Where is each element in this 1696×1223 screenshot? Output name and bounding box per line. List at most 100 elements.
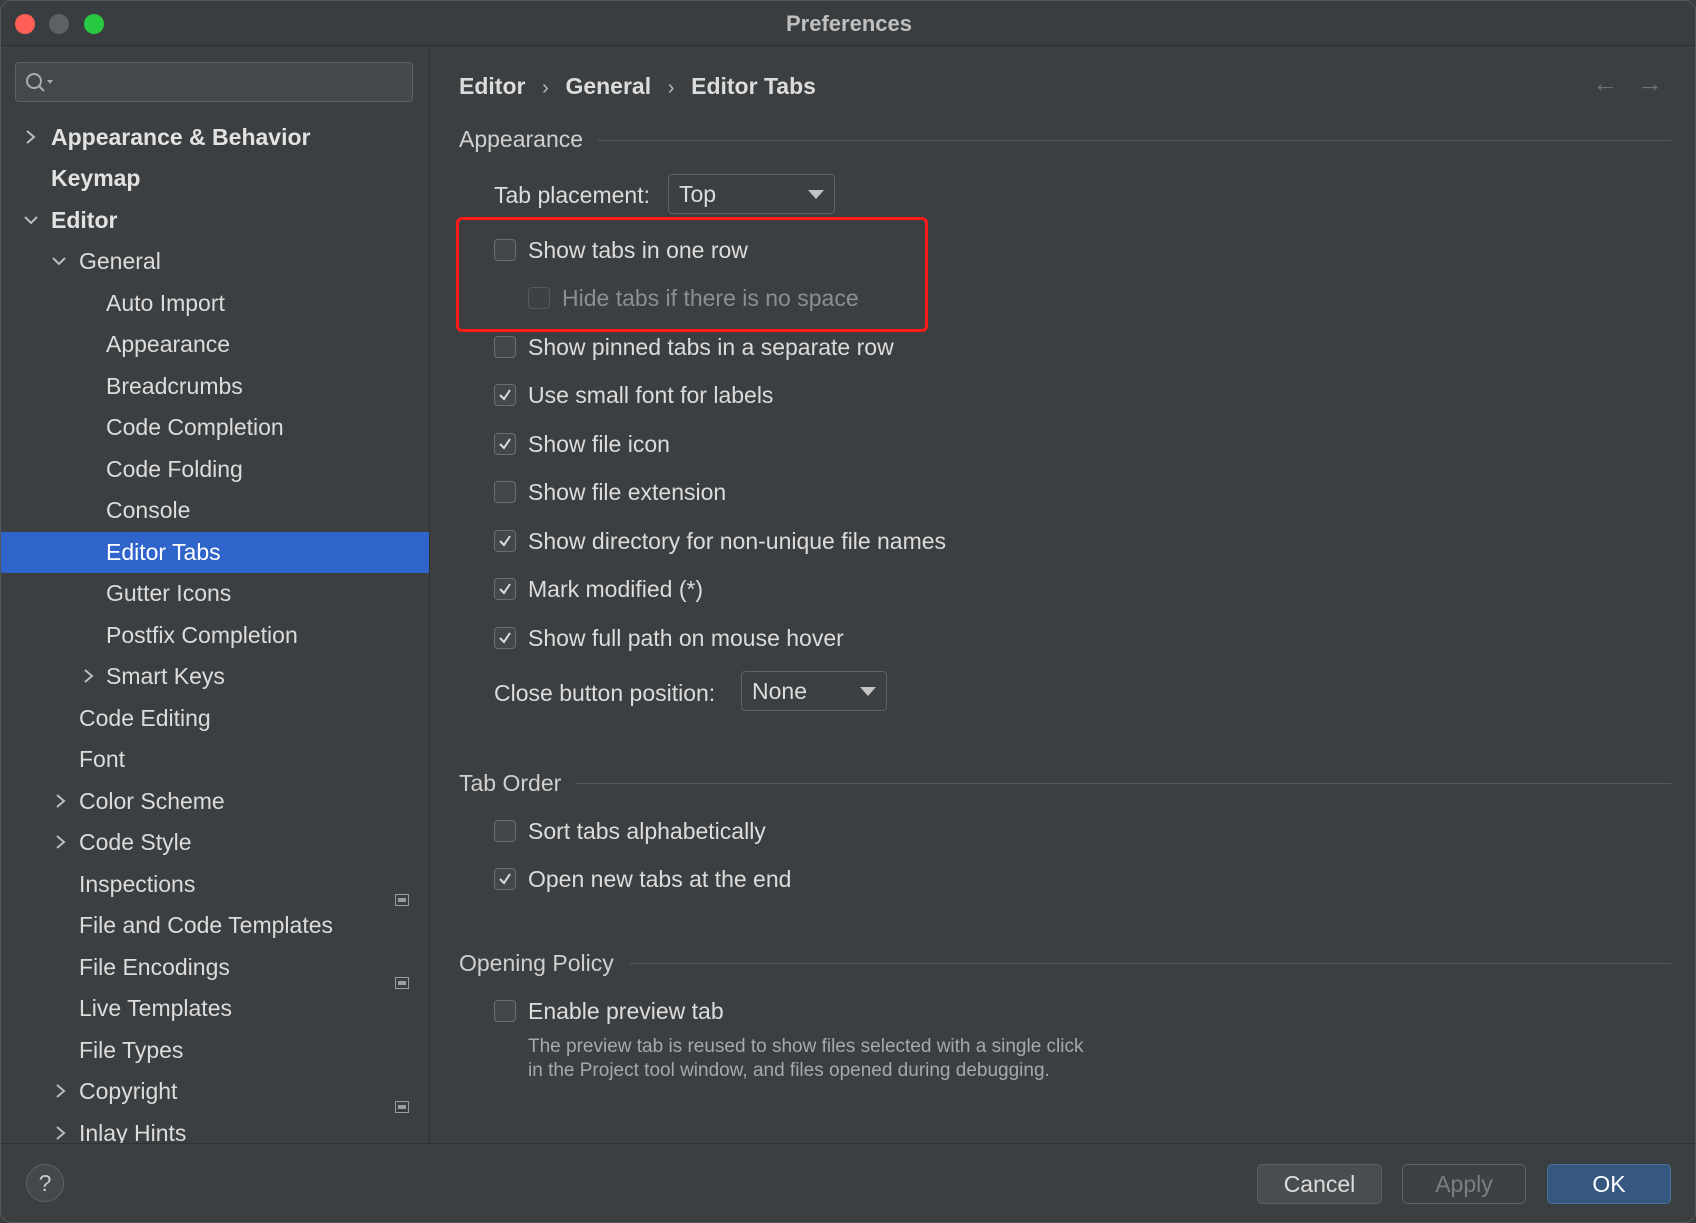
breadcrumb-item[interactable]: Editor bbox=[459, 73, 525, 99]
close-button-position-label: Close button position: bbox=[494, 680, 716, 706]
back-arrow-icon[interactable]: ← bbox=[1590, 68, 1620, 98]
sidebar-item-inspections[interactable]: Inspections bbox=[1, 864, 429, 906]
sidebar-item-label: Code Style bbox=[79, 829, 192, 855]
apply-button[interactable]: Apply bbox=[1402, 1164, 1526, 1204]
sidebar-item-label: Code Editing bbox=[79, 705, 211, 731]
settings-sidebar: Appearance & Behavior Keymap Editor Gene… bbox=[1, 46, 430, 1155]
dropdown-caret-icon bbox=[808, 190, 824, 199]
sidebar-item-label: General bbox=[79, 248, 161, 274]
breadcrumb-separator: › bbox=[667, 77, 675, 99]
section-divider bbox=[598, 140, 1671, 141]
sidebar-item-label: Auto Import bbox=[106, 290, 225, 316]
sidebar-item-label: Appearance bbox=[106, 331, 231, 357]
section-title-tab-order: Tab Order bbox=[459, 770, 562, 796]
breadcrumb-item[interactable]: General bbox=[565, 73, 651, 99]
checkbox-checked[interactable] bbox=[494, 627, 516, 649]
close-button-position-dropdown[interactable]: None bbox=[741, 671, 887, 711]
sidebar-item-auto-import[interactable]: Auto Import bbox=[1, 283, 429, 324]
sidebar-item-color-scheme[interactable]: Color Scheme bbox=[1, 781, 429, 822]
sidebar-item-font[interactable]: Font bbox=[1, 739, 429, 780]
sidebar-item-code-folding[interactable]: Code Folding bbox=[1, 449, 429, 490]
sidebar-item-keymap[interactable]: Keymap bbox=[1, 158, 429, 199]
section-title-opening-policy: Opening Policy bbox=[459, 950, 614, 976]
tab-placement-dropdown[interactable]: Top bbox=[668, 174, 835, 214]
option-label: Show full path on mouse hover bbox=[528, 625, 844, 651]
sidebar-item-label: Keymap bbox=[51, 165, 141, 191]
sidebar-item-console[interactable]: Console bbox=[1, 490, 429, 531]
option-label: Open new tabs at the end bbox=[528, 866, 792, 892]
option-label: Show file extension bbox=[528, 479, 727, 505]
option-label: Enable preview tab bbox=[528, 998, 724, 1024]
option-label: Use small font for labels bbox=[528, 382, 774, 408]
close-button-position-value: None bbox=[752, 678, 807, 704]
sidebar-item-code-editing[interactable]: Code Editing bbox=[1, 698, 429, 739]
sidebar-item-appearance[interactable]: Appearance bbox=[1, 324, 429, 365]
sidebar-item-label: Editor Tabs bbox=[106, 539, 221, 565]
chevron-right-icon[interactable] bbox=[81, 656, 101, 697]
chevron-right-icon[interactable] bbox=[53, 822, 73, 863]
sidebar-item-copyright[interactable]: Copyright bbox=[1, 1071, 429, 1113]
chevron-down-icon[interactable] bbox=[51, 241, 71, 282]
sidebar-item-editor[interactable]: Editor bbox=[1, 200, 429, 241]
checkbox-checked[interactable] bbox=[494, 384, 516, 406]
option-label: Show file icon bbox=[528, 431, 670, 457]
option-label: Show pinned tabs in a separate row bbox=[528, 334, 894, 360]
sidebar-item-editor-tabs[interactable]: Editor Tabs bbox=[1, 532, 429, 573]
chevron-right-icon[interactable] bbox=[23, 117, 43, 158]
sidebar-item-appearance-behavior[interactable]: Appearance & Behavior bbox=[1, 117, 429, 158]
breadcrumb-separator: › bbox=[542, 77, 549, 99]
sidebar-item-label: Postfix Completion bbox=[106, 622, 298, 648]
project-settings-icon bbox=[395, 1127, 409, 1155]
cancel-button[interactable]: Cancel bbox=[1257, 1164, 1382, 1204]
sidebar-item-label: Smart Keys bbox=[106, 663, 225, 689]
dropdown-caret-icon bbox=[860, 687, 876, 696]
section-divider bbox=[576, 783, 1671, 784]
settings-search-input[interactable] bbox=[15, 62, 413, 102]
sidebar-item-label: Font bbox=[79, 746, 126, 772]
preview-tab-help-text: The preview tab is reused to show files … bbox=[528, 1036, 1084, 1081]
checkbox-checked[interactable] bbox=[494, 433, 516, 455]
sidebar-item-gutter-icons[interactable]: Gutter Icons bbox=[1, 573, 429, 614]
sidebar-item-postfix-completion[interactable]: Postfix Completion bbox=[1, 615, 429, 656]
breadcrumb-item: Editor Tabs bbox=[691, 73, 816, 99]
sidebar-item-file-types[interactable]: File Types bbox=[1, 1030, 429, 1071]
checkbox[interactable] bbox=[494, 481, 516, 503]
settings-content: Editor › General › Editor Tabs ← → Appearanc… bbox=[430, 46, 1695, 1143]
checkbox[interactable] bbox=[494, 336, 516, 358]
sidebar-item-smart-keys[interactable]: Smart Keys bbox=[1, 656, 429, 697]
search-icon bbox=[26, 73, 53, 92]
breadcrumb: Editor › General › Editor Tabs bbox=[459, 66, 816, 106]
forward-arrow-icon[interactable]: → bbox=[1635, 68, 1665, 98]
checkbox-checked[interactable] bbox=[494, 868, 516, 890]
tab-placement-value: Top bbox=[679, 181, 717, 207]
checkbox[interactable] bbox=[494, 820, 516, 842]
sidebar-item-file-code-templates[interactable]: File and Code Templates bbox=[1, 905, 429, 946]
sidebar-item-label: Code Folding bbox=[106, 456, 243, 482]
option-label: Show directory for non-unique file names bbox=[528, 528, 947, 554]
help-button[interactable]: ? bbox=[26, 1164, 64, 1202]
sidebar-item-breadcrumbs[interactable]: Breadcrumbs bbox=[1, 366, 429, 407]
preferences-window: Preferences Appearance & Behavior Keymap… bbox=[0, 0, 1696, 1223]
project-settings-icon bbox=[395, 878, 409, 906]
sidebar-item-label: Live Templates bbox=[79, 995, 232, 1021]
sidebar-item-code-style[interactable]: Code Style bbox=[1, 822, 429, 863]
sidebar-item-live-templates[interactable]: Live Templates bbox=[1, 988, 429, 1029]
section-title-appearance: Appearance bbox=[459, 126, 584, 152]
sidebar-item-file-encodings[interactable]: File Encodings bbox=[1, 947, 429, 989]
dialog-footer: ? Cancel Apply OK bbox=[1, 1143, 1695, 1222]
checkbox-checked[interactable] bbox=[494, 530, 516, 552]
sidebar-item-label: Copyright bbox=[79, 1078, 178, 1104]
sidebar-item-code-completion[interactable]: Code Completion bbox=[1, 407, 429, 448]
chevron-right-icon[interactable] bbox=[53, 1071, 73, 1112]
sidebar-item-label: File Types bbox=[79, 1037, 184, 1063]
window-title: Preferences bbox=[786, 11, 912, 36]
ok-button[interactable]: OK bbox=[1547, 1164, 1671, 1204]
checkbox[interactable] bbox=[494, 1000, 516, 1022]
sidebar-item-general[interactable]: General bbox=[1, 241, 429, 282]
sidebar-item-label: Code Completion bbox=[106, 414, 284, 440]
option-label: Sort tabs alphabetically bbox=[528, 818, 766, 844]
chevron-right-icon[interactable] bbox=[53, 781, 73, 822]
checkbox-checked[interactable] bbox=[494, 578, 516, 600]
tab-placement-label: Tab placement: bbox=[494, 182, 650, 208]
chevron-down-icon[interactable] bbox=[23, 200, 43, 241]
